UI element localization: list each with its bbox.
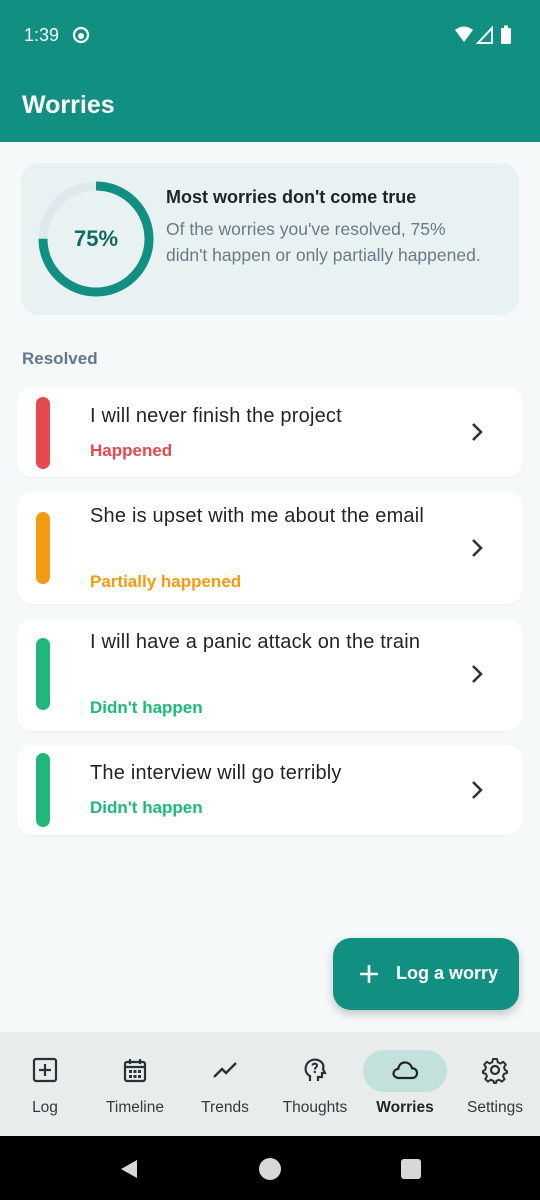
nav-item-trends[interactable]: Trends (180, 1032, 270, 1136)
chevron-right-icon (472, 781, 483, 799)
nav-item-worries[interactable]: Worries (360, 1032, 450, 1136)
status-color-bar (36, 753, 50, 827)
recents-icon[interactable] (401, 1159, 421, 1179)
summary-title: Most worries don't come true (166, 187, 417, 207)
chevron-right-icon (472, 423, 483, 441)
gear-icon (482, 1058, 508, 1084)
nav-item-timeline[interactable]: Timeline (90, 1032, 180, 1136)
summary-card: 75% Most worries don't come true Of the … (21, 163, 519, 315)
worry-item[interactable]: I will have a panic attack on the train … (17, 619, 523, 731)
worry-text: I will have a panic attack on the train (90, 631, 421, 653)
trend-line-icon (213, 1062, 237, 1078)
chevron-right-icon (472, 539, 483, 557)
calendar-icon (123, 1059, 147, 1083)
status-bar: 1:39 (0, 0, 540, 70)
nav-item-settings[interactable]: Settings (450, 1032, 540, 1136)
system-status-icons (455, 25, 511, 44)
worry-item[interactable]: She is upset with me about the email Par… (17, 492, 523, 604)
battery-icon (501, 25, 511, 44)
back-icon[interactable] (118, 1158, 140, 1180)
log-worry-label: Log a worry (396, 963, 499, 983)
status-color-bar (36, 512, 50, 584)
page-title: Worries (22, 91, 115, 119)
percent-label: 75% (73, 226, 119, 251)
home-icon[interactable] (259, 1158, 281, 1180)
worry-status: Happened (90, 441, 173, 460)
worry-item[interactable]: The interview will go terribly Didn't ha… (17, 745, 523, 835)
thought-head-icon (304, 1058, 327, 1081)
worry-text: The interview will go terribly (90, 762, 342, 784)
summary-description: Of the worries you've resolved, 75% didn… (166, 219, 481, 265)
worry-status: Partially happened (90, 572, 242, 591)
nav-item-log[interactable]: Log (0, 1032, 90, 1136)
nav-item-thoughts[interactable]: Thoughts (270, 1032, 360, 1136)
signal-icon (475, 25, 493, 44)
cloud-icon (392, 1061, 419, 1080)
status-color-bar (36, 397, 50, 469)
wifi-icon (455, 26, 473, 42)
worry-text: She is upset with me about the email (90, 505, 425, 527)
chevron-right-icon (472, 665, 483, 683)
status-time: 1:39 (24, 25, 60, 45)
section-label-resolved: Resolved (22, 349, 98, 368)
bottom-navigation: Log Timeline Trends Thoughts Worries Set… (0, 1032, 540, 1136)
app-bar: Worries (0, 70, 540, 142)
worry-text: I will never finish the project (90, 405, 342, 427)
nav-label: Settings (466, 1099, 523, 1116)
worry-status: Didn't happen (90, 698, 203, 717)
worry-item[interactable]: I will never finish the project Happened (17, 387, 523, 477)
plus-icon (360, 965, 378, 983)
worry-status: Didn't happen (90, 798, 203, 817)
notification-icon (72, 26, 90, 44)
status-color-bar (36, 638, 50, 710)
add-box-icon (32, 1057, 58, 1083)
log-worry-button[interactable]: Log a worry (333, 938, 519, 1010)
